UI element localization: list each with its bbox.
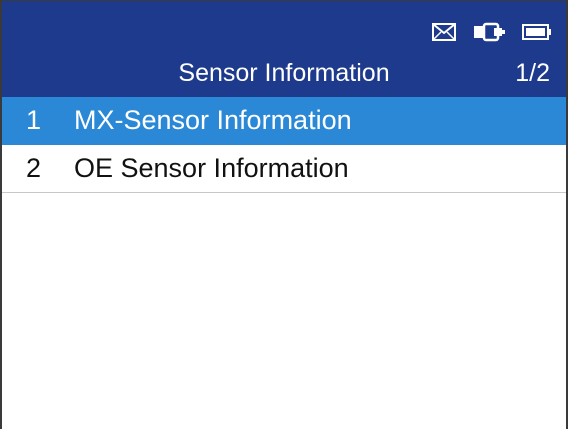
device-screen: Sensor Information 1/2 1 MX-Sensor Infor… — [0, 0, 568, 429]
status-bar — [432, 21, 552, 43]
menu-item-oe-sensor-information[interactable]: 2 OE Sensor Information — [2, 145, 566, 193]
header-bar: Sensor Information 1/2 — [2, 1, 566, 97]
menu-item-number: 2 — [26, 153, 42, 183]
vehicle-connection-icon — [474, 22, 505, 42]
page-indicator: 1/2 — [515, 59, 550, 87]
menu-item-label: MX-Sensor Information — [74, 105, 352, 135]
menu-list: 1 MX-Sensor Information 2 OE Sensor Info… — [2, 97, 566, 193]
menu-item-number: 1 — [26, 105, 42, 135]
menu-item-mx-sensor-information[interactable]: 1 MX-Sensor Information — [2, 97, 566, 145]
screen-title: Sensor Information — [178, 59, 390, 87]
mail-icon — [432, 23, 456, 41]
battery-icon — [522, 24, 551, 40]
menu-item-label: OE Sensor Information — [74, 153, 349, 183]
